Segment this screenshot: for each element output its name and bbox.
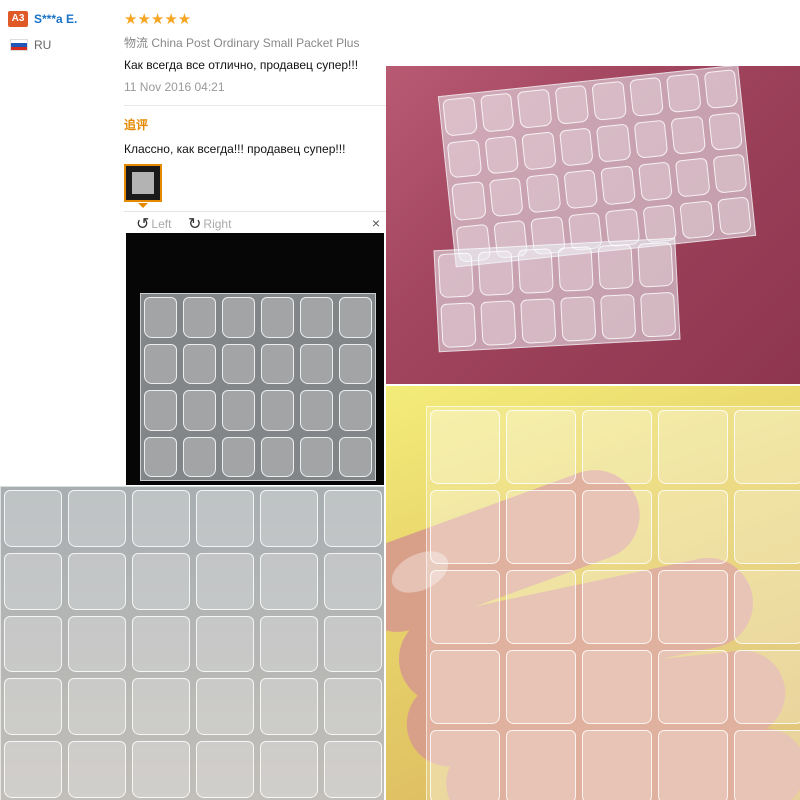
rotate-right-icon: ↻ (188, 216, 202, 233)
image-viewer-toolbar: ↺ Left ↻ Right × (124, 211, 386, 234)
rotate-right-button[interactable]: ↻ Right (188, 214, 231, 234)
review-photo-enlarged (126, 233, 384, 485)
rotate-left-icon: ↺ (136, 216, 150, 233)
additional-feedback-text: Классно, как всегда!!! продавец супер!!! (124, 142, 346, 156)
product-photo-on-hand (386, 386, 800, 800)
reviewer-name[interactable]: S***a E. (34, 12, 77, 26)
photo-thumbnail[interactable] (124, 164, 162, 202)
additional-feedback-label: 追评 (124, 118, 149, 132)
rating-stars: ★★★★★ (124, 11, 192, 28)
review-text: Как всегда все отлично, продавец супер!!… (124, 58, 359, 72)
russia-flag-icon (10, 39, 28, 51)
close-icon[interactable]: × (372, 215, 380, 231)
product-photo-on-towel (386, 66, 800, 384)
thumbnail-pointer (138, 203, 148, 208)
reviewer-country: RU (34, 38, 52, 52)
logistics-value: China Post Ordinary Small Packet Plus (151, 36, 360, 50)
review-date: 11 Nov 2016 04:21 (124, 80, 225, 94)
user-level-badge: A3 (8, 11, 28, 27)
rotate-left-label: Left (151, 217, 172, 231)
logistics-label: 物流 (124, 36, 149, 50)
logistics-info: 物流 China Post Ordinary Small Packet Plus (124, 34, 359, 51)
rotate-right-label: Right (203, 217, 232, 231)
product-photo-closeup (0, 486, 384, 800)
rotate-left-button[interactable]: ↺ Left (136, 214, 171, 234)
divider (124, 105, 386, 106)
